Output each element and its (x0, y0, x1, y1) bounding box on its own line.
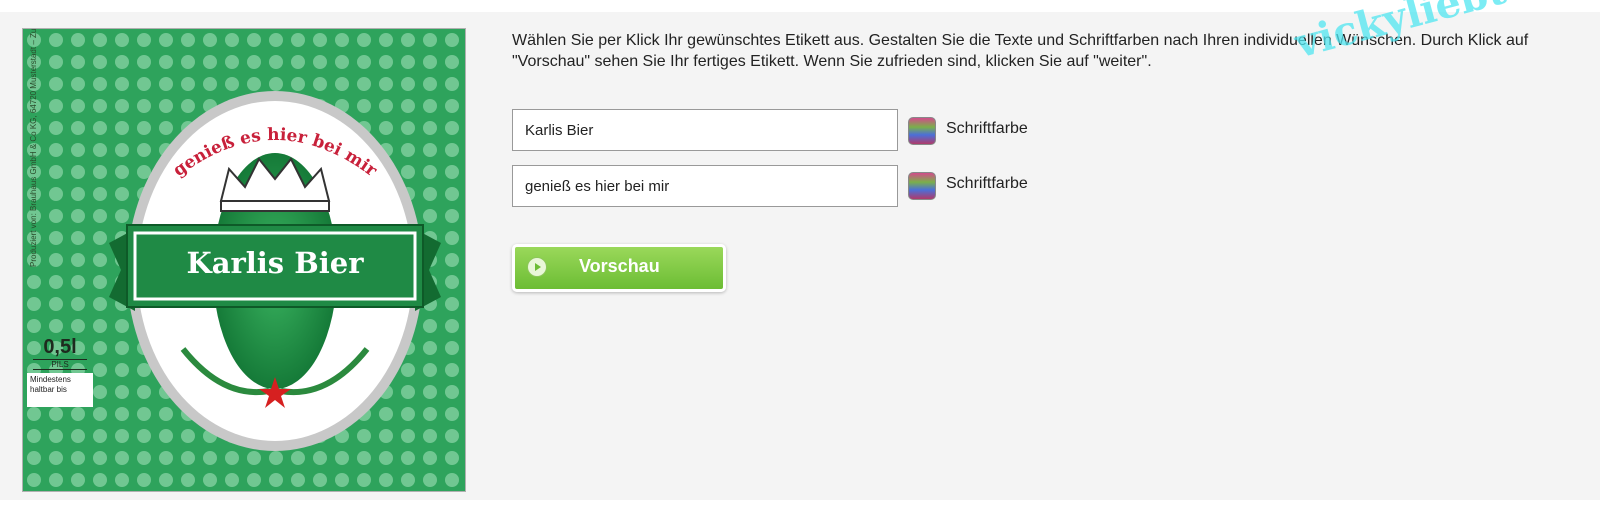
label-title-input[interactable] (512, 109, 898, 151)
font-color-picker-icon[interactable] (908, 117, 936, 145)
label-side-text: Produziert von: Brauhaus GmbH & Co KG, 6… (29, 28, 38, 267)
font-color-label[interactable]: Schriftfarbe (946, 175, 1028, 193)
play-icon (527, 257, 547, 277)
label-style: PILS (33, 359, 87, 370)
font-color-picker-icon[interactable] (908, 172, 936, 200)
label-slogan-input[interactable] (512, 165, 898, 207)
preview-button-label: Vorschau (579, 256, 660, 276)
label-banner-title: Karlis Bier (187, 246, 365, 280)
preview-button[interactable]: Vorschau (512, 244, 726, 292)
label-best-before: Mindestens haltbar bis (27, 373, 93, 407)
label-preview-image[interactable]: genieß es hier bei mir Karlis Bier Produ… (22, 28, 466, 492)
bottom-border (0, 500, 1600, 511)
label-artwork: genieß es hier bei mir Karlis Bier (23, 29, 465, 491)
font-color-label[interactable]: Schriftfarbe (946, 120, 1028, 138)
label-volume: 0,5l (43, 336, 77, 358)
